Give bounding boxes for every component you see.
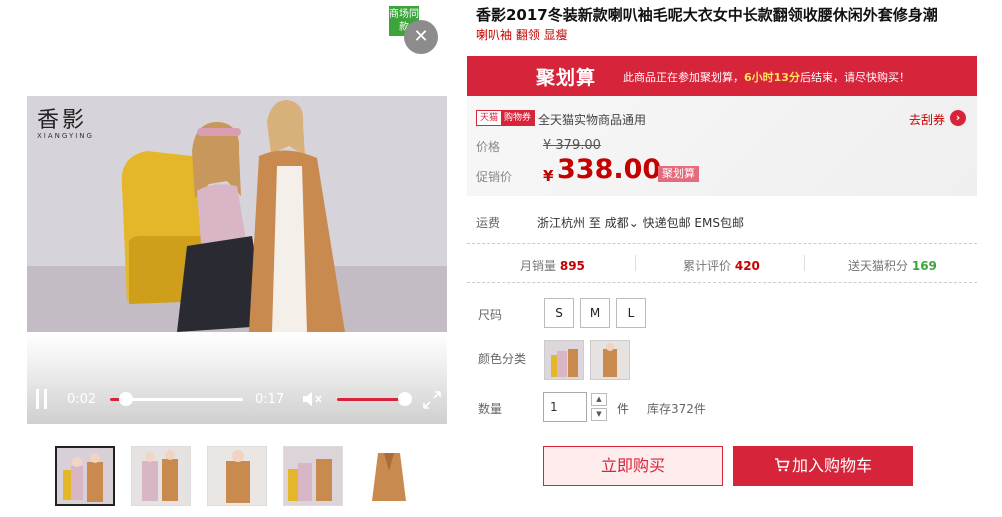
price-label: 价格 (476, 140, 501, 154)
volume-fill (337, 398, 405, 401)
size-option-l[interactable]: L (616, 298, 646, 328)
brand-logo-cn: 香影 (37, 108, 88, 133)
thumbnail-3[interactable] (207, 446, 267, 506)
monthly-sales: 月销量 895 (520, 259, 585, 273)
sale-price: 338.00 (557, 154, 662, 185)
size-label: 尺码 (478, 308, 503, 322)
video-progress-handle[interactable] (119, 392, 133, 406)
tmall-points: 送天猫积分 169 (848, 259, 937, 273)
close-video-icon[interactable]: ✕ (404, 20, 438, 54)
shipping-label: 运费 (476, 216, 501, 230)
thumbnail-1[interactable] (55, 446, 115, 506)
shipping-options: 快递包邮 EMS包邮 (642, 216, 744, 230)
buy-now-button[interactable]: 立即购买 (543, 446, 723, 486)
cart-icon (774, 458, 790, 472)
juhuasuan-countdown: 6小时13分 (744, 71, 800, 84)
quantity-input[interactable]: 1 (543, 392, 587, 422)
pause-icon[interactable] (34, 389, 50, 409)
quantity-decrease-icon[interactable]: ▼ (591, 408, 607, 421)
original-price: ¥ 379.00 (543, 138, 601, 153)
price-panel: 天猫 购物券 全天猫实物商品通用 去刮券 › 价格 ¥ 379.00 促销价 ¥ … (467, 96, 977, 196)
divider (635, 255, 636, 271)
quantity-increase-icon[interactable]: ▲ (591, 393, 607, 406)
chevron-down-icon: ⌄ (628, 216, 639, 230)
product-title: 香影2017冬装新款喇叭袖毛呢大衣女中长款翻领收腰休闲外套修身潮 (476, 6, 938, 24)
add-to-cart-button[interactable]: 加入购物车 (733, 446, 913, 486)
shipping-info: 浙江杭州 至 成都⌄ 快递包邮 EMS包邮 (537, 216, 744, 230)
quantity-label: 数量 (478, 402, 503, 416)
video-current-time: 0:02 (67, 392, 97, 407)
stock-count: 库存372件 (647, 402, 706, 416)
brand-logo-en: XIANGYING (37, 132, 94, 140)
quantity-unit: 件 (617, 402, 630, 416)
chevron-right-icon[interactable]: › (950, 110, 966, 126)
thumbnail-4[interactable] (283, 446, 343, 506)
sale-price-label: 促销价 (476, 170, 513, 184)
size-option-s[interactable]: S (544, 298, 574, 328)
thumbnail-5[interactable] (359, 446, 419, 506)
total-reviews[interactable]: 累计评价 420 (683, 257, 760, 274)
fullscreen-icon[interactable] (421, 389, 443, 411)
coupon-description: 全天猫实物商品通用 (538, 113, 647, 127)
color-option-2[interactable] (590, 340, 630, 380)
juhuasuan-logo: 聚划算 (536, 67, 597, 89)
volume-mute-icon[interactable] (302, 391, 324, 407)
video-control-bar (27, 332, 447, 424)
juhuasuan-banner: 聚划算 此商品正在参加聚划算，6小时13分后结束，请尽快购买！ (467, 56, 977, 96)
divider (467, 243, 977, 244)
juhuasuan-price-tag: 聚划算 (658, 166, 699, 182)
volume-handle[interactable] (398, 392, 412, 406)
juhuasuan-notice: 此商品正在参加聚划算，6小时13分后结束，请尽快购买！ (623, 71, 910, 84)
video-total-time: 0:17 (255, 392, 285, 407)
tmall-coupon-tag: 天猫 购物券 (476, 110, 536, 126)
currency-symbol: ¥ (543, 167, 554, 185)
thumbnail-2[interactable] (131, 446, 191, 506)
product-subtitle: 喇叭袖 翻领 显瘦 (476, 28, 568, 42)
size-option-m[interactable]: M (580, 298, 610, 328)
color-label: 颜色分类 (478, 352, 527, 366)
scratch-coupon-link[interactable]: 去刮券 (909, 111, 945, 128)
divider (804, 255, 805, 271)
destination-select[interactable]: 成都⌄ (605, 216, 639, 230)
brand-logo: 香影 XIANGYING (37, 102, 107, 142)
add-to-cart-label: 加入购物车 (791, 456, 872, 475)
color-option-1[interactable] (544, 340, 584, 380)
divider (467, 282, 977, 283)
